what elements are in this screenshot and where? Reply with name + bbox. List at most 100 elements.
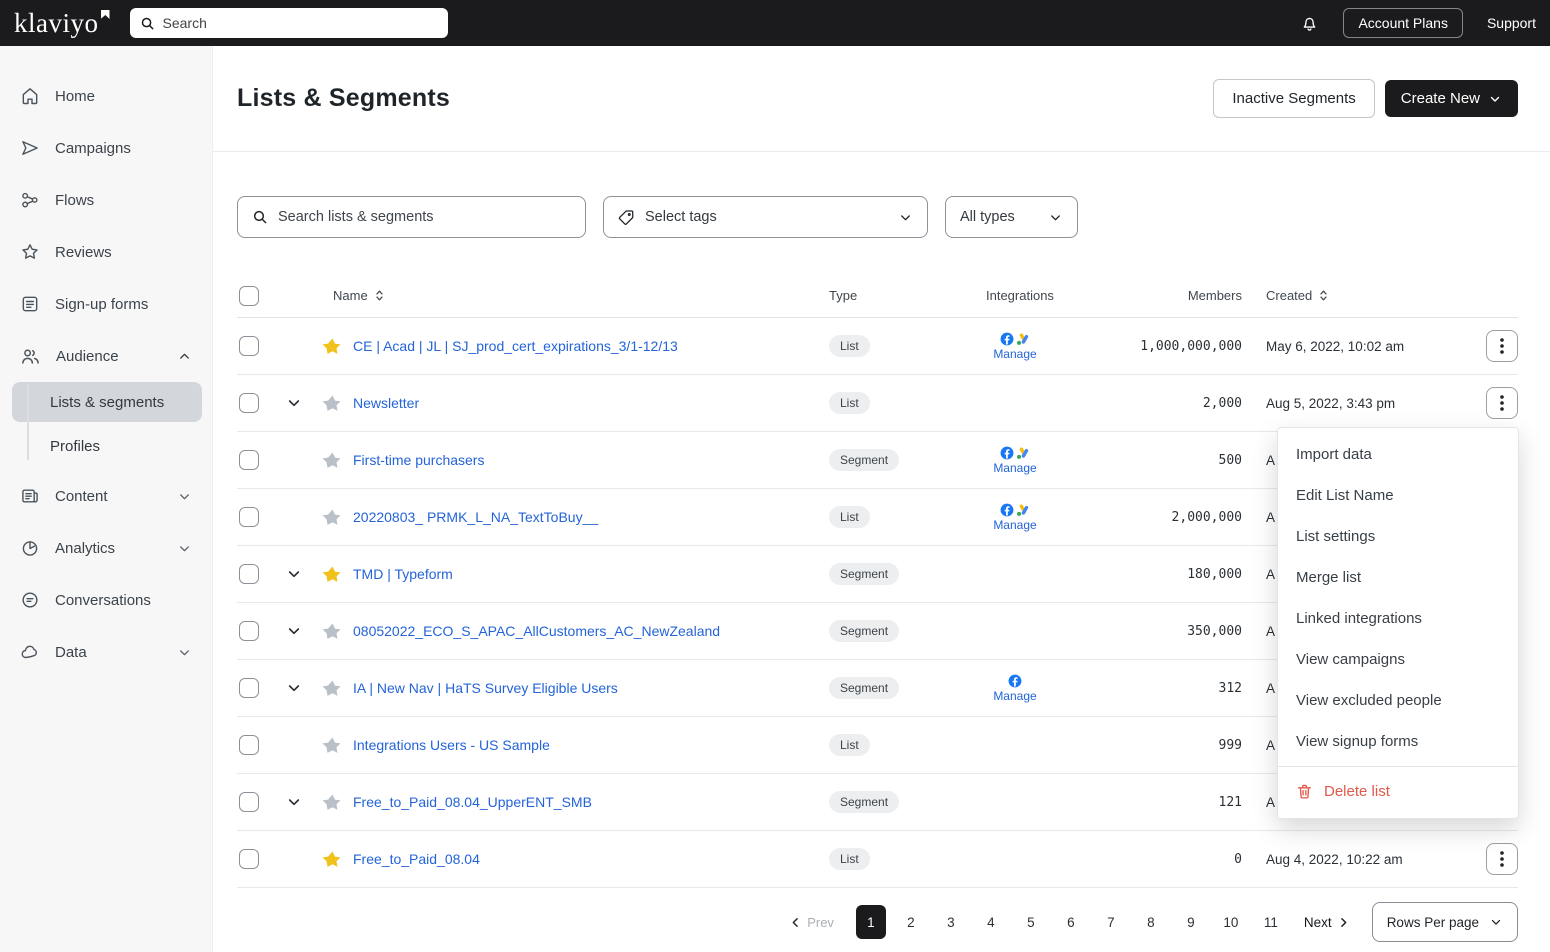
- sidebar-item-campaigns[interactable]: Campaigns: [0, 122, 212, 174]
- pagination-page-7[interactable]: 7: [1096, 905, 1126, 939]
- pagination-page-1[interactable]: 1: [856, 905, 886, 939]
- sidebar-item-analytics[interactable]: Analytics: [0, 522, 212, 574]
- pagination-page-4[interactable]: 4: [976, 905, 1006, 939]
- sidebar-item-data[interactable]: Data: [0, 626, 212, 678]
- type-badge: Segment: [829, 791, 899, 813]
- pagination-page-3[interactable]: 3: [936, 905, 966, 939]
- sidebar-item-flows[interactable]: Flows: [0, 174, 212, 226]
- row-actions-kebab-button[interactable]: [1486, 387, 1518, 419]
- manage-integrations-link[interactable]: Manage: [993, 518, 1036, 532]
- manage-integrations-link[interactable]: Manage: [993, 689, 1036, 703]
- facebook-integration-icon: [1008, 674, 1022, 688]
- sidebar-item-home[interactable]: Home: [0, 70, 212, 122]
- row-name-link[interactable]: Free_to_Paid_08.04: [353, 851, 817, 867]
- lists-search-field[interactable]: [237, 196, 586, 238]
- sign-up-forms-icon: [20, 294, 40, 314]
- menu-item-view-signup-forms[interactable]: View signup forms: [1278, 721, 1518, 762]
- pagination-page-6[interactable]: 6: [1056, 905, 1086, 939]
- favorite-star-icon[interactable]: [311, 450, 353, 471]
- favorite-star-icon[interactable]: [311, 393, 353, 414]
- favorite-star-icon[interactable]: [311, 849, 353, 870]
- account-plans-button[interactable]: Account Plans: [1343, 8, 1463, 38]
- sidebar-item-label: Profiles: [50, 438, 100, 455]
- row-name-link[interactable]: IA | New Nav | HaTS Survey Eligible User…: [353, 680, 817, 696]
- row-checkbox[interactable]: [239, 678, 259, 698]
- row-checkbox[interactable]: [239, 792, 259, 812]
- sort-icon[interactable]: [1318, 288, 1329, 303]
- row-name-link[interactable]: 20220803_ PRMK_L_NA_TextToBuy__: [353, 509, 817, 525]
- row-expand-chevron-icon[interactable]: [277, 395, 311, 411]
- row-checkbox[interactable]: [239, 507, 259, 527]
- row-expand-chevron-icon[interactable]: [277, 566, 311, 582]
- row-actions-kebab-button[interactable]: [1486, 843, 1518, 875]
- type-filter-dropdown[interactable]: All types: [945, 196, 1078, 238]
- row-name-link[interactable]: First-time purchasers: [353, 452, 817, 468]
- menu-item-view-campaigns[interactable]: View campaigns: [1278, 639, 1518, 680]
- pagination-page-8[interactable]: 8: [1136, 905, 1166, 939]
- sidebar-item-content[interactable]: Content: [0, 470, 212, 522]
- favorite-star-icon[interactable]: [311, 792, 353, 813]
- favorite-star-icon[interactable]: [311, 735, 353, 756]
- sidebar-item-lists-segments[interactable]: Lists & segments: [12, 382, 202, 422]
- inactive-segments-button[interactable]: Inactive Segments: [1213, 79, 1374, 118]
- favorite-star-icon[interactable]: [311, 678, 353, 699]
- pagination-page-11[interactable]: 11: [1256, 905, 1286, 939]
- menu-item-linked-integrations[interactable]: Linked integrations: [1278, 598, 1518, 639]
- menu-item-delete-list[interactable]: Delete list: [1278, 771, 1518, 812]
- column-header-created[interactable]: Created: [1242, 288, 1462, 303]
- sidebar-item-reviews[interactable]: Reviews: [0, 226, 212, 278]
- favorite-star-icon[interactable]: [311, 564, 353, 585]
- global-search[interactable]: [130, 8, 448, 38]
- manage-integrations-link[interactable]: Manage: [993, 461, 1036, 475]
- sidebar-item-label: Campaigns: [55, 140, 131, 157]
- menu-item-view-excluded-people[interactable]: View excluded people: [1278, 680, 1518, 721]
- lists-search-input[interactable]: [278, 209, 571, 225]
- pagination-page-5[interactable]: 5: [1016, 905, 1046, 939]
- row-name-link[interactable]: Newsletter: [353, 395, 817, 411]
- sort-icon[interactable]: [374, 288, 385, 303]
- row-checkbox[interactable]: [239, 564, 259, 584]
- row-name-link[interactable]: CE | Acad | JL | SJ_prod_cert_expiration…: [353, 338, 817, 354]
- rows-per-page-dropdown[interactable]: Rows Per page: [1372, 902, 1518, 942]
- sidebar-item-audience[interactable]: Audience: [0, 330, 212, 382]
- row-name-link[interactable]: Integrations Users - US Sample: [353, 737, 817, 753]
- favorite-star-icon[interactable]: [311, 621, 353, 642]
- pagination-prev[interactable]: Prev: [789, 915, 834, 930]
- row-checkbox[interactable]: [239, 450, 259, 470]
- pagination-page-9[interactable]: 9: [1176, 905, 1206, 939]
- global-search-input[interactable]: [163, 15, 438, 31]
- row-checkbox[interactable]: [239, 849, 259, 869]
- row-checkbox[interactable]: [239, 621, 259, 641]
- menu-item-merge-list[interactable]: Merge list: [1278, 557, 1518, 598]
- row-name-link[interactable]: TMD | Typeform: [353, 566, 817, 582]
- manage-integrations-link[interactable]: Manage: [993, 347, 1036, 361]
- row-actions-kebab-button[interactable]: [1486, 330, 1518, 362]
- row-checkbox[interactable]: [239, 393, 259, 413]
- select-all-checkbox[interactable]: [239, 286, 259, 306]
- support-link[interactable]: Support: [1487, 15, 1536, 31]
- notifications-bell-icon[interactable]: [1300, 14, 1319, 33]
- row-name-link[interactable]: 08052022_ECO_S_APAC_AllCustomers_AC_NewZ…: [353, 623, 817, 639]
- favorite-star-icon[interactable]: [311, 507, 353, 528]
- menu-item-list-settings[interactable]: List settings: [1278, 516, 1518, 557]
- menu-divider: [1278, 766, 1518, 767]
- pagination-page-10[interactable]: 10: [1216, 905, 1246, 939]
- select-tags-dropdown[interactable]: Select tags: [603, 196, 928, 238]
- pagination-page-2[interactable]: 2: [896, 905, 926, 939]
- sidebar-item-conversations[interactable]: Conversations: [0, 574, 212, 626]
- menu-item-import-data[interactable]: Import data: [1278, 434, 1518, 475]
- menu-item-edit-list-name[interactable]: Edit List Name: [1278, 475, 1518, 516]
- pagination-next[interactable]: Next: [1304, 915, 1350, 930]
- column-header-name[interactable]: Name: [277, 288, 817, 303]
- row-checkbox[interactable]: [239, 336, 259, 356]
- sidebar-item-sign-up-forms[interactable]: Sign-up forms: [0, 278, 212, 330]
- row-expand-chevron-icon[interactable]: [277, 623, 311, 639]
- row-expand-chevron-icon[interactable]: [277, 794, 311, 810]
- row-name-link[interactable]: Free_to_Paid_08.04_UpperENT_SMB: [353, 794, 817, 810]
- sidebar-item-profiles[interactable]: Profiles: [12, 426, 202, 466]
- create-new-button[interactable]: Create New: [1385, 80, 1518, 117]
- favorite-star-icon[interactable]: [311, 336, 353, 357]
- row-expand-chevron-icon[interactable]: [277, 680, 311, 696]
- row-checkbox[interactable]: [239, 735, 259, 755]
- klaviyo-logo[interactable]: klaviyo: [14, 8, 110, 38]
